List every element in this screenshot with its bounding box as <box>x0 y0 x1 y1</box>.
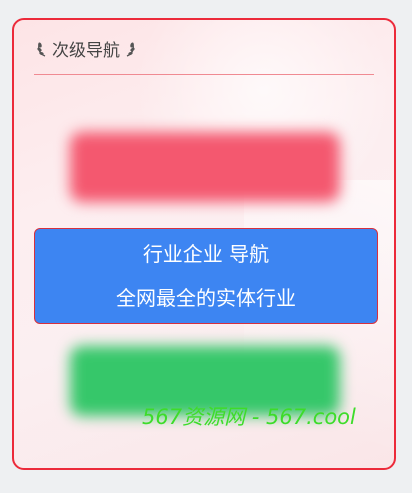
laurel-right-icon <box>126 41 135 57</box>
header-divider <box>34 74 374 75</box>
nav-box-subtitle: 全网最全的实体行业 <box>116 286 296 310</box>
section-title: 次级导航 <box>52 41 120 61</box>
blurred-nav-button-top[interactable] <box>70 132 340 202</box>
nav-box-title: 行业企业 导航 <box>142 242 270 266</box>
watermark-text: 567资源网 - 567.cool <box>142 405 356 429</box>
industry-nav-button[interactable]: 行业企业 导航 全网最全的实体行业 <box>34 228 378 324</box>
laurel-left-icon <box>37 41 46 57</box>
section-header: 次级导航 <box>36 36 136 61</box>
